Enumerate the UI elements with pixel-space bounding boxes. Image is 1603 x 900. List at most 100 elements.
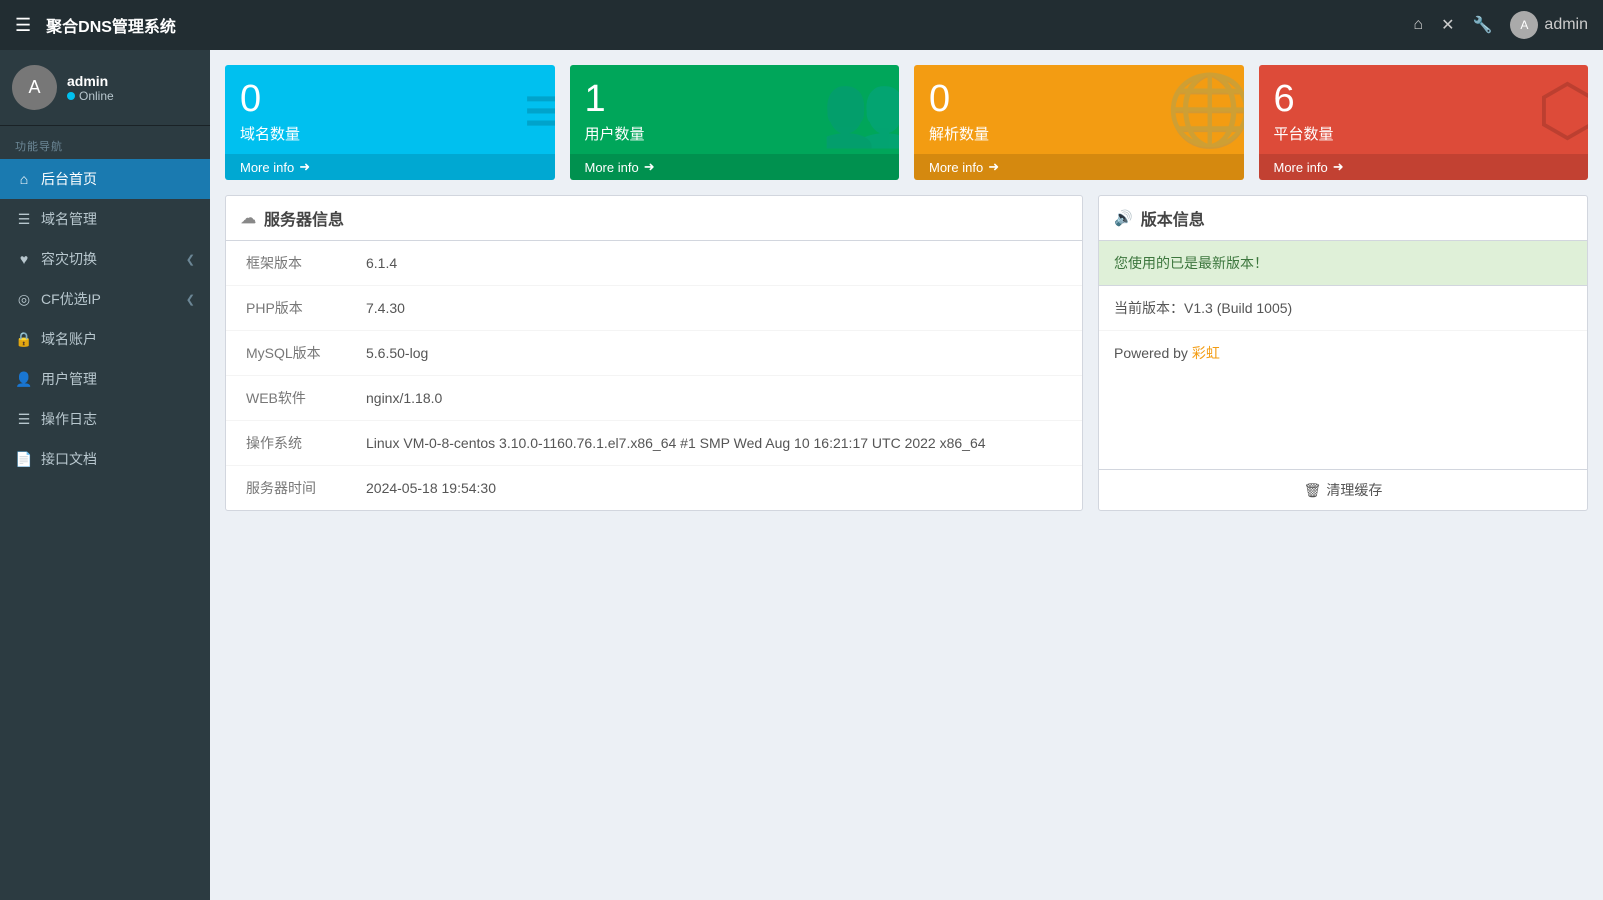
- arrow-icon-domains: ➜: [299, 159, 310, 175]
- sidebar-icon-switch: ♥: [15, 251, 33, 267]
- chevron-right-icon: ❮: [186, 293, 195, 306]
- sidebar-label-api-docs: 接口文档: [41, 449, 97, 469]
- info-value: 5.6.50-log: [346, 331, 1082, 376]
- top-nav: ☰ 聚合DNS管理系统 ⌂ ✕ 🔧 A admin: [0, 0, 1603, 50]
- home-nav-icon[interactable]: ⌂: [1413, 16, 1423, 34]
- more-info-text-domains: More info: [240, 160, 294, 175]
- sidebar-item-left: ◎ CF优选IP: [15, 289, 101, 309]
- main-content: ≡ 0 域名数量 More info ➜ 👥 1 用户数量 More info …: [210, 50, 1603, 900]
- hamburger-icon[interactable]: ☰: [15, 15, 31, 36]
- admin-avatar-small: A: [1510, 11, 1538, 39]
- sidebar-item-accounts[interactable]: 🔒 域名账户: [0, 319, 210, 359]
- server-info-panel: ☁ 服务器信息 框架版本 6.1.4 PHP版本 7.4.30 MySQL版本 …: [225, 195, 1083, 511]
- online-dot: [67, 92, 75, 100]
- stat-more-info-resolutions[interactable]: More info ➜: [914, 154, 1244, 180]
- sidebar-item-api-docs[interactable]: 📄 接口文档: [0, 439, 210, 479]
- server-info-title: 服务器信息: [264, 206, 344, 230]
- stat-label-platforms: 平台数量: [1274, 123, 1574, 144]
- online-status-label: Online: [79, 89, 114, 103]
- sidebar-user-info: A admin Online: [0, 50, 210, 126]
- info-value: Linux VM-0-8-centos 3.10.0-1160.76.1.el7…: [346, 421, 1082, 466]
- powered-by-text: Powered by: [1114, 345, 1192, 361]
- sidebar: A admin Online 功能导航 ⌂ 后台首页 ☰ 域名管理 ♥ 容灾切换: [0, 50, 210, 900]
- more-info-text-platforms: More info: [1274, 160, 1328, 175]
- arrow-icon-users: ➜: [644, 159, 655, 175]
- table-row: 框架版本 6.1.4: [226, 241, 1082, 286]
- version-info-header: 🔊 版本信息: [1099, 196, 1587, 241]
- sidebar-icon-accounts: 🔒: [15, 331, 33, 348]
- cloud-icon: ☁: [241, 209, 256, 227]
- version-info-panel: 🔊 版本信息 您使用的已是最新版本！ 当前版本：V1.3 (Build 1005…: [1098, 195, 1588, 511]
- admin-user-menu[interactable]: A admin: [1510, 11, 1588, 39]
- clear-cache-button[interactable]: 🗑 清理缓存: [1304, 480, 1383, 500]
- sidebar-label-cf-ip: CF优选IP: [41, 289, 101, 309]
- stat-number-platforms: 6: [1274, 80, 1574, 118]
- sidebar-icon-logs: ☰: [15, 411, 33, 428]
- sidebar-icon-cf-ip: ◎: [15, 291, 33, 308]
- sidebar-icon-domains: ☰: [15, 211, 33, 228]
- sidebar-item-left: 📄 接口文档: [15, 449, 97, 469]
- sidebar-item-cf-ip[interactable]: ◎ CF优选IP ❮: [0, 279, 210, 319]
- sidebar-item-domains[interactable]: ☰ 域名管理: [0, 199, 210, 239]
- main-layout: A admin Online 功能导航 ⌂ 后台首页 ☰ 域名管理 ♥ 容灾切换: [0, 50, 1603, 900]
- close-nav-icon[interactable]: ✕: [1441, 15, 1454, 35]
- stat-label-domains: 域名数量: [240, 123, 540, 144]
- sidebar-item-users[interactable]: 👤 用户管理: [0, 359, 210, 399]
- more-info-text-users: More info: [585, 160, 639, 175]
- sidebar-icon-dashboard: ⌂: [15, 171, 33, 187]
- info-key: 服务器时间: [226, 466, 346, 511]
- sidebar-label-domains: 域名管理: [41, 209, 97, 229]
- table-row: PHP版本 7.4.30: [226, 286, 1082, 331]
- version-powered: Powered by 彩虹: [1099, 331, 1587, 375]
- version-current: 当前版本：V1.3 (Build 1005): [1099, 286, 1587, 331]
- top-nav-left: ☰ 聚合DNS管理系统: [15, 13, 176, 37]
- sidebar-label-accounts: 域名账户: [41, 329, 97, 349]
- sidebar-item-left: ⌂ 后台首页: [15, 169, 97, 189]
- stat-more-info-domains[interactable]: More info ➜: [225, 154, 555, 180]
- server-info-header: ☁ 服务器信息: [226, 196, 1082, 241]
- admin-username-label: admin: [1544, 16, 1588, 34]
- stat-card-resolutions: 🌐 0 解析数量 More info ➜: [914, 65, 1244, 180]
- sidebar-label-dashboard: 后台首页: [41, 169, 97, 189]
- stat-card-users: 👥 1 用户数量 More info ➜: [570, 65, 900, 180]
- version-footer: 🗑 清理缓存: [1099, 469, 1587, 510]
- version-latest-notice: 您使用的已是最新版本！: [1099, 241, 1587, 286]
- info-key: 操作系统: [226, 421, 346, 466]
- chevron-right-icon: ❮: [186, 253, 195, 266]
- version-info-title: 版本信息: [1141, 206, 1205, 230]
- info-value: 6.1.4: [346, 241, 1082, 286]
- info-key: WEB软件: [226, 376, 346, 421]
- sidebar-item-switch[interactable]: ♥ 容灾切换 ❮: [0, 239, 210, 279]
- sidebar-nav: ⌂ 后台首页 ☰ 域名管理 ♥ 容灾切换 ❮ ◎ CF优选IP ❮ 🔒 域名账户…: [0, 159, 210, 479]
- sidebar-item-left: ♥ 容灾切换: [15, 249, 97, 269]
- table-row: 操作系统 Linux VM-0-8-centos 3.10.0-1160.76.…: [226, 421, 1082, 466]
- sidebar-item-logs[interactable]: ☰ 操作日志: [0, 399, 210, 439]
- sidebar-item-left: 🔒 域名账户: [15, 329, 97, 349]
- stat-number-domains: 0: [240, 80, 540, 118]
- sidebar-item-left: ☰ 操作日志: [15, 409, 97, 429]
- stat-cards-row: ≡ 0 域名数量 More info ➜ 👥 1 用户数量 More info …: [225, 65, 1588, 180]
- stat-card-platforms: ⬡ 6 平台数量 More info ➜: [1259, 65, 1589, 180]
- stat-bg-icon-domains: ≡: [524, 75, 555, 145]
- stat-bg-icon-platforms: ⬡: [1537, 75, 1588, 145]
- sidebar-user-status: Online: [67, 89, 114, 103]
- info-key: MySQL版本: [226, 331, 346, 376]
- top-nav-right: ⌂ ✕ 🔧 A admin: [1413, 11, 1588, 39]
- stat-bg-icon-users: 👥: [822, 75, 899, 145]
- trash-icon: 🗑: [1304, 482, 1322, 499]
- server-info-body: 框架版本 6.1.4 PHP版本 7.4.30 MySQL版本 5.6.50-l…: [226, 241, 1082, 510]
- clear-cache-label: 清理缓存: [1326, 480, 1382, 500]
- sidebar-avatar: A: [12, 65, 57, 110]
- info-key: PHP版本: [226, 286, 346, 331]
- powered-by-link[interactable]: 彩虹: [1192, 345, 1220, 361]
- stat-more-info-platforms[interactable]: More info ➜: [1259, 154, 1589, 180]
- arrow-icon-platforms: ➜: [1333, 159, 1344, 175]
- sidebar-item-dashboard[interactable]: ⌂ 后台首页: [0, 159, 210, 199]
- more-info-text-resolutions: More info: [929, 160, 983, 175]
- wrench-nav-icon[interactable]: 🔧: [1473, 15, 1493, 35]
- app-title: 聚合DNS管理系统: [46, 13, 176, 37]
- speaker-icon: 🔊: [1114, 209, 1133, 227]
- sidebar-user-details: admin Online: [67, 73, 114, 103]
- sidebar-item-left: 👤 用户管理: [15, 369, 97, 389]
- stat-more-info-users[interactable]: More info ➜: [570, 154, 900, 180]
